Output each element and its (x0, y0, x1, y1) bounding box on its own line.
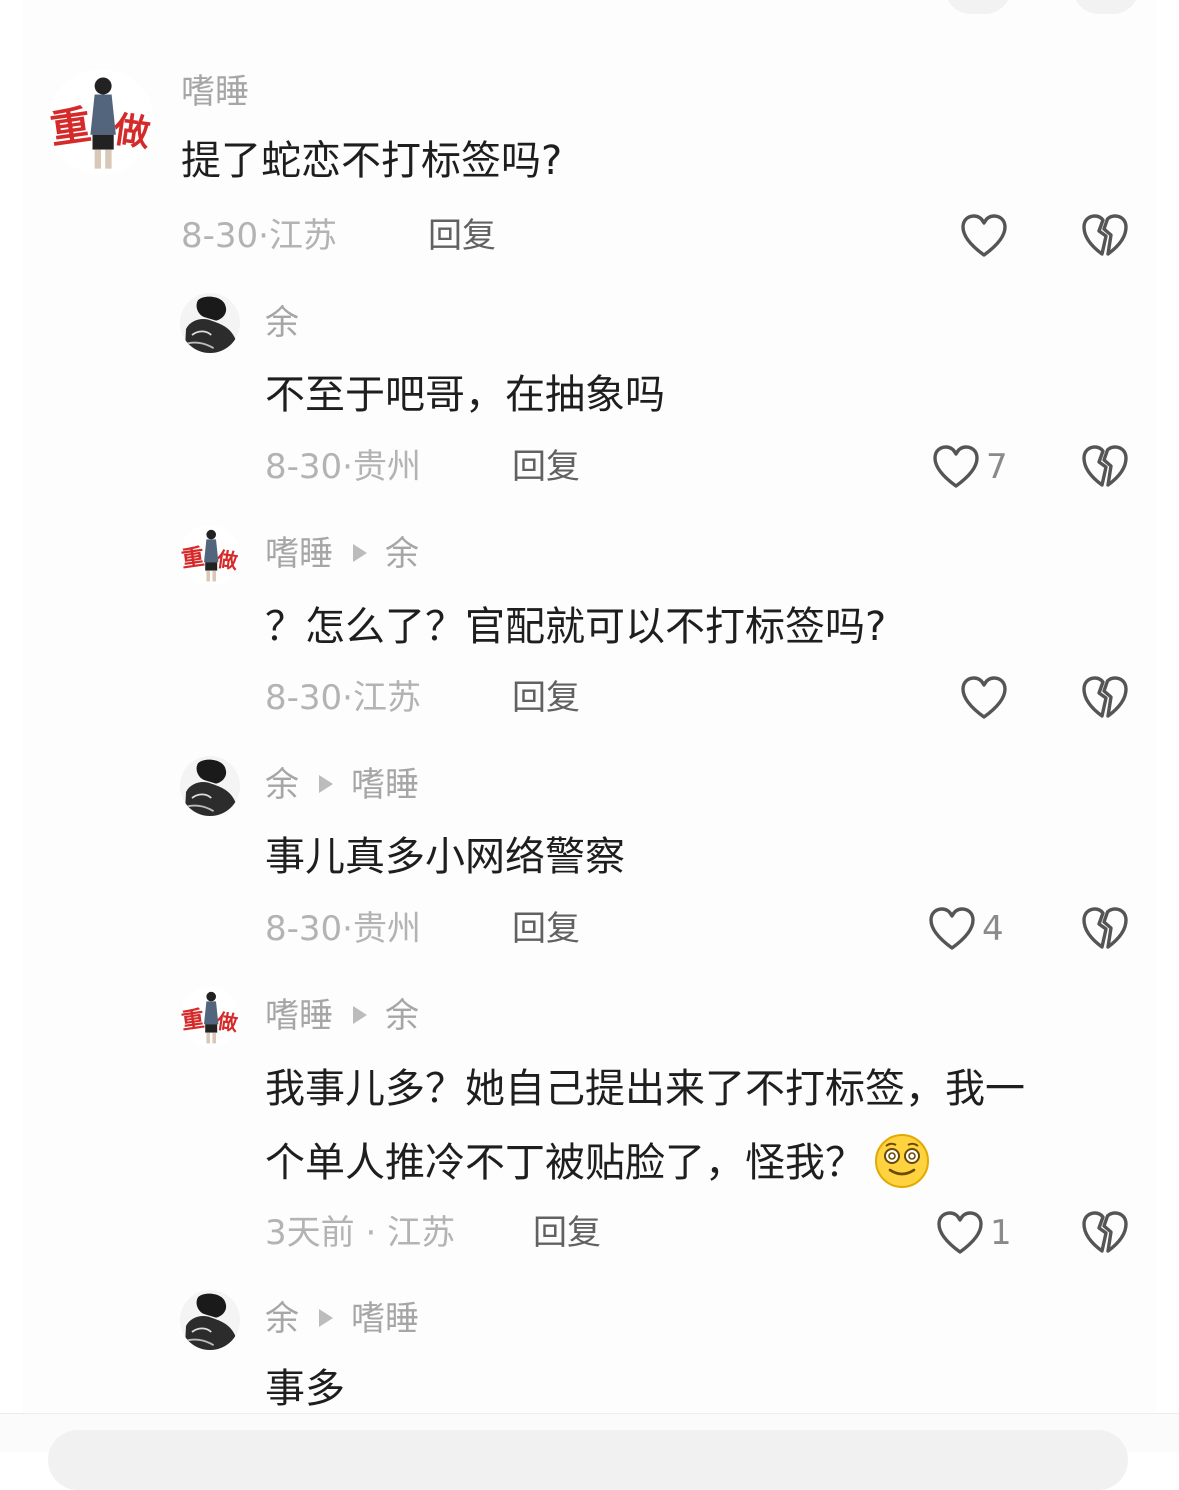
reply-arrow-icon (353, 543, 367, 562)
comment-input[interactable] (48, 1430, 1128, 1490)
comment-text: ？怎么了？官配就可以不打标签吗? (265, 604, 887, 650)
avatar[interactable] (180, 525, 240, 585)
broken-heart-icon[interactable] (1081, 1210, 1129, 1256)
avatar[interactable] (180, 756, 240, 816)
comment-text: 事儿真多小网络警察 (265, 834, 625, 880)
comment-meta: 8-30·贵州 (265, 909, 421, 949)
like-count: 4 (982, 909, 1004, 949)
broken-heart-icon[interactable] (1081, 444, 1129, 490)
like-button[interactable]: 7 (932, 442, 1008, 492)
reply-arrow-icon (319, 1308, 333, 1327)
comment-meta: 3天前 · 江苏 (265, 1213, 456, 1253)
comment-author-line: 嗜睡 余 (265, 996, 419, 1036)
heart-outline-icon (932, 444, 980, 490)
reply-arrow-icon (353, 1005, 367, 1024)
comment-author-line: 余 嗜睡 (265, 765, 419, 805)
avatar[interactable] (180, 1290, 240, 1350)
comment-author[interactable]: 余 (265, 765, 299, 805)
avatar[interactable] (180, 987, 240, 1047)
like-count: 7 (986, 447, 1008, 487)
reply-target[interactable]: 嗜睡 (351, 1299, 419, 1339)
reply-button[interactable]: 回复 (533, 1213, 601, 1253)
broken-heart-icon[interactable] (1081, 906, 1129, 952)
comment-author[interactable]: 余 (265, 303, 299, 343)
broken-heart-icon[interactable] (1081, 675, 1129, 721)
reply-button[interactable]: 回复 (512, 447, 580, 487)
comment-text: 我事儿多？她自己提出来了不打标签，我一 (265, 1066, 1025, 1112)
like-button[interactable]: 1 (936, 1208, 1012, 1258)
reply-button[interactable]: 回复 (512, 909, 580, 949)
comment-author[interactable]: 嗜睡 (265, 534, 333, 574)
heart-outline-icon (960, 213, 1008, 259)
comment-author[interactable]: 嗜睡 (181, 72, 249, 112)
heart-outline-icon (960, 675, 1008, 721)
heart-outline-icon (928, 906, 976, 952)
avatar[interactable] (48, 69, 154, 175)
reply-target[interactable]: 嗜睡 (351, 765, 419, 805)
dizzy-smile-emoji-icon (873, 1132, 931, 1190)
heart-outline-icon (936, 1210, 984, 1256)
reply-button[interactable]: 回复 (428, 216, 496, 256)
comment-meta: 8-30·江苏 (265, 678, 421, 718)
avatar[interactable] (180, 293, 240, 353)
reply-button[interactable]: 回复 (512, 678, 580, 718)
comment-text-line2: 个单人推冷不丁被贴脸了，怪我？ (265, 1126, 931, 1200)
like-button[interactable] (960, 211, 1014, 261)
reply-arrow-icon (319, 774, 333, 793)
comment-text: 提了蛇恋不打标签吗? (181, 138, 563, 184)
broken-heart-icon[interactable] (1081, 213, 1129, 259)
comment-author-line: 余 嗜睡 (265, 1299, 419, 1339)
comment-text: 不至于吧哥，在抽象吗 (265, 372, 665, 418)
like-button[interactable]: 4 (928, 904, 1004, 954)
reply-target[interactable]: 余 (385, 534, 419, 574)
comment-meta: 8-30·江苏 (181, 216, 337, 256)
like-button[interactable] (960, 673, 1014, 723)
comment-author[interactable]: 嗜睡 (265, 996, 333, 1036)
reply-target[interactable]: 余 (385, 996, 419, 1036)
comment-meta: 8-30·贵州 (265, 447, 421, 487)
comment-author-line: 嗜睡 余 (265, 534, 419, 574)
like-count: 1 (990, 1213, 1012, 1253)
comment-author[interactable]: 余 (265, 1299, 299, 1339)
